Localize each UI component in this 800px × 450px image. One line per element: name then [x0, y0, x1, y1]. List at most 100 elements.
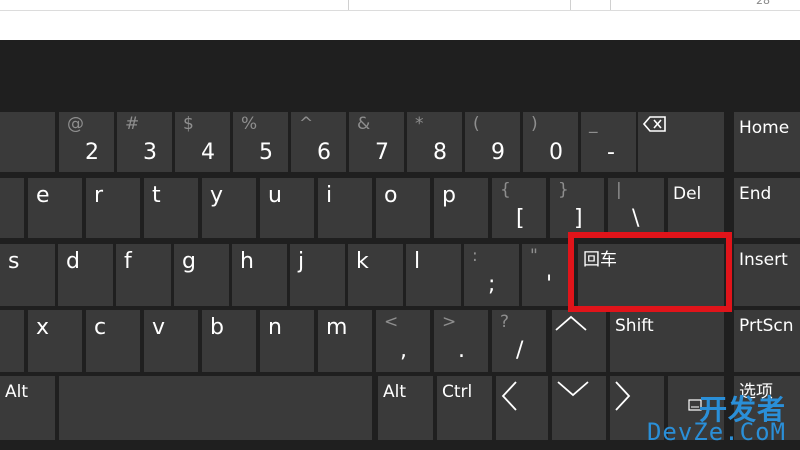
key-slash[interactable]: ? /	[492, 310, 546, 372]
key-label: '	[546, 272, 553, 297]
key-shift-symbol: ?	[500, 312, 510, 332]
key-b[interactable]: b	[202, 310, 256, 372]
key-7[interactable]: & 7	[349, 112, 404, 172]
print-screen-key[interactable]: PrtScn	[734, 310, 800, 372]
screenshot: 28 @2#3$4%5^6&7*8(9)0_-+=ertyuiop{[}]|\s…	[0, 0, 800, 450]
key-shift-symbol: "	[530, 246, 538, 266]
key-3[interactable]: #3	[117, 112, 172, 172]
key-period[interactable]: >.	[434, 310, 488, 372]
key-right-bracket[interactable]: }]	[550, 178, 604, 238]
key-comma[interactable]: <,	[376, 310, 430, 372]
key-label: c	[94, 315, 107, 340]
key-shift-symbol: #	[125, 114, 140, 134]
key-shift-symbol: ^	[299, 114, 314, 134]
key-label: l	[414, 249, 421, 274]
key-label: y	[210, 183, 224, 208]
key-i[interactable]: i	[318, 178, 372, 238]
key-label: ,	[400, 338, 407, 363]
chevron-down-icon	[557, 381, 589, 397]
key-u[interactable]: u	[260, 178, 314, 238]
left-alt-key[interactable]: Alt	[0, 376, 55, 440]
key-backslash[interactable]: | \	[608, 178, 664, 238]
watermark-domain: DevZe.CoM	[646, 418, 786, 446]
key-x[interactable]: x	[28, 310, 82, 372]
key-f[interactable]: f	[116, 244, 171, 306]
top-column-separator	[570, 0, 571, 10]
key-label: .	[458, 338, 465, 363]
key-r[interactable]: r	[86, 178, 140, 238]
key-label: g	[182, 249, 196, 274]
backspace-key[interactable]	[638, 112, 724, 172]
key-8[interactable]: * 8	[407, 112, 462, 172]
chevron-right-icon	[615, 381, 631, 411]
space-key[interactable]	[59, 376, 372, 440]
key-9[interactable]: (9	[465, 112, 520, 172]
key-m[interactable]: m	[318, 310, 372, 372]
ctrl-key[interactable]: Ctrl	[437, 376, 492, 440]
end-key[interactable]: End	[734, 178, 800, 238]
top-column-separator	[348, 0, 349, 10]
key-shift-symbol: :	[472, 246, 478, 266]
key-left-bracket[interactable]: {[	[492, 178, 546, 238]
key-1-partial[interactable]	[0, 112, 55, 172]
key-shift-symbol: $	[183, 114, 194, 134]
end-label: End	[739, 184, 772, 204]
key-label: 2	[85, 140, 99, 165]
home-label: Home	[739, 118, 790, 138]
left-arrow-key[interactable]	[496, 376, 548, 440]
chevron-left-icon	[501, 381, 517, 411]
top-window-strip: 28	[0, 0, 800, 40]
key-shift-symbol: |	[616, 180, 622, 200]
highlight-box	[568, 232, 732, 312]
backspace-icon	[643, 116, 666, 132]
key-v[interactable]: v	[144, 310, 198, 372]
home-key[interactable]: Home	[734, 112, 800, 172]
key-c[interactable]: c	[86, 310, 140, 372]
key-quote[interactable]: " '	[522, 244, 574, 306]
key-semicolon[interactable]: :;	[464, 244, 519, 306]
right-shift-key[interactable]: Shift	[610, 310, 724, 372]
key-n[interactable]: n	[260, 310, 314, 372]
key-p[interactable]: p	[434, 178, 488, 238]
key-d[interactable]: d	[58, 244, 113, 306]
key-k[interactable]: k	[348, 244, 403, 306]
right-alt-key[interactable]: Alt	[378, 376, 433, 440]
key-l[interactable]: l	[406, 244, 461, 306]
key-0[interactable]: ) 0	[523, 112, 578, 172]
key-e[interactable]: e	[28, 178, 82, 238]
tab-key-partial[interactable]	[0, 178, 24, 238]
key-label: \	[632, 206, 640, 231]
key-h[interactable]: h	[232, 244, 287, 306]
key-4[interactable]: $4	[175, 112, 230, 172]
key-label: u	[268, 183, 282, 208]
key-label: p	[442, 183, 456, 208]
key-2[interactable]: @2	[59, 112, 114, 172]
down-arrow-key[interactable]	[552, 376, 606, 440]
key-t[interactable]: t	[144, 178, 198, 238]
up-arrow-key[interactable]	[552, 310, 606, 372]
key-label: h	[240, 249, 254, 274]
key-shift-symbol: *	[415, 114, 424, 134]
key-j[interactable]: j	[290, 244, 345, 306]
key-g[interactable]: g	[174, 244, 229, 306]
delete-key[interactable]: Del	[668, 178, 724, 238]
key-label: m	[326, 315, 348, 340]
key-minus[interactable]: _ -	[581, 112, 636, 172]
key-label: 0	[549, 140, 563, 165]
key-y[interactable]: y	[202, 178, 256, 238]
key-6[interactable]: ^ 6	[291, 112, 346, 172]
key-shift-symbol: _	[589, 114, 598, 134]
key-o[interactable]: o	[376, 178, 430, 238]
key-5[interactable]: % 5	[233, 112, 288, 172]
left-shift-key-partial[interactable]	[0, 310, 24, 372]
key-label: d	[66, 249, 80, 274]
key-label: b	[210, 315, 224, 340]
top-divider	[0, 0, 800, 11]
key-s[interactable]: s	[0, 244, 55, 306]
key-label: 3	[143, 140, 157, 165]
top-column-separator	[610, 0, 611, 10]
key-shift-symbol: @	[67, 114, 84, 134]
alt-right-label: Alt	[383, 382, 407, 402]
insert-key[interactable]: Insert	[734, 244, 800, 306]
corner-number: 28	[756, 0, 770, 7]
